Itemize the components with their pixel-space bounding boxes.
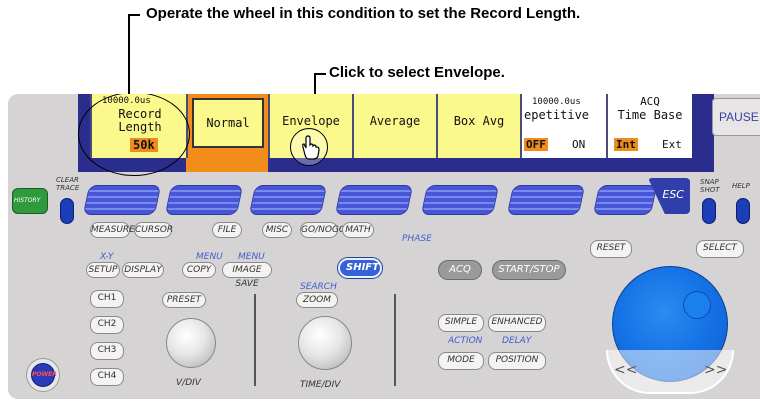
simple-button[interactable]: SIMPLE bbox=[438, 314, 484, 332]
ch3-button[interactable]: CH3 bbox=[90, 342, 124, 360]
pause-button[interactable]: PAUSE bbox=[712, 98, 760, 136]
power-inner: POWER bbox=[31, 363, 57, 387]
time-base-int: Int bbox=[614, 138, 638, 151]
callout-line-record-vertical bbox=[128, 14, 130, 102]
copy-button[interactable]: COPY bbox=[182, 262, 216, 278]
math-button[interactable]: MATH bbox=[342, 222, 374, 238]
repetitive-on: ON bbox=[572, 138, 586, 151]
softkey-normal[interactable]: Normal bbox=[186, 94, 268, 158]
help-label: HELP bbox=[732, 182, 750, 190]
power-label: POWER bbox=[32, 371, 57, 378]
pause-label: PAUSE bbox=[719, 110, 759, 124]
selection-indicator bbox=[186, 158, 268, 172]
menu-label-1: MENU bbox=[196, 252, 223, 262]
snap-shot-button[interactable] bbox=[702, 198, 716, 224]
timediv-knob[interactable] bbox=[298, 316, 352, 370]
acq-button[interactable]: ACQ bbox=[438, 260, 482, 280]
softkey-box-avg[interactable]: Box Avg bbox=[436, 94, 520, 158]
search-label: SEARCH bbox=[300, 282, 337, 292]
record-length-highlight bbox=[78, 94, 190, 176]
callout-envelope: Click to select Envelope. bbox=[329, 64, 505, 81]
position-button[interactable]: POSITION bbox=[488, 352, 546, 370]
image-save-button[interactable]: IMAGE SAVE bbox=[222, 262, 272, 289]
esc-label: ESC bbox=[662, 188, 684, 201]
xy-label: X-Y bbox=[100, 252, 114, 262]
menu-label-2: MENU bbox=[238, 252, 265, 262]
vdiv-knob[interactable] bbox=[166, 318, 216, 368]
cursor-button[interactable]: CURSOR bbox=[134, 222, 173, 238]
vertical-divider-1 bbox=[254, 294, 256, 386]
reset-button[interactable]: RESET bbox=[590, 240, 632, 258]
preset-button[interactable]: PRESET bbox=[162, 292, 206, 308]
start-stop-button[interactable]: START/STOP bbox=[492, 260, 566, 280]
shift-button[interactable]: SHIFT bbox=[338, 258, 382, 278]
box-avg-label: Box Avg bbox=[453, 114, 505, 128]
softkey-button-2[interactable] bbox=[164, 185, 244, 215]
vertical-divider-2 bbox=[394, 294, 396, 386]
misc-button[interactable]: MISC bbox=[262, 222, 292, 238]
enhanced-button[interactable]: ENHANCED bbox=[488, 314, 546, 332]
callout-line-record-horizontal bbox=[128, 14, 140, 16]
history-label: HISTORY bbox=[14, 197, 41, 204]
hand-cursor-icon bbox=[290, 128, 328, 166]
action-label: ACTION bbox=[448, 336, 483, 346]
repetitive-time: 10000.0us bbox=[532, 97, 581, 107]
timediv-label: TIME/DIV bbox=[300, 380, 341, 390]
softkey-repetitive[interactable]: 10000.0us epetitive OFF ON bbox=[520, 94, 606, 158]
history-button[interactable]: HISTORY bbox=[12, 188, 48, 214]
repetitive-off: OFF bbox=[524, 138, 548, 151]
measure-button[interactable]: MEASURE bbox=[90, 222, 135, 238]
softkey-button-3[interactable] bbox=[248, 185, 328, 215]
clear-trace-button[interactable] bbox=[60, 198, 74, 224]
normal-label: Normal bbox=[206, 116, 250, 130]
average-label: Average bbox=[369, 114, 421, 128]
softkey-button-1[interactable] bbox=[82, 185, 162, 215]
setup-button[interactable]: SETUP bbox=[86, 262, 120, 278]
acq-title: ACQ bbox=[640, 95, 660, 108]
callout-line-envelope-horizontal bbox=[314, 73, 326, 75]
ch4-button[interactable]: CH4 bbox=[90, 368, 124, 386]
softkey-time-base[interactable]: ACQ Time Base Int Ext bbox=[606, 94, 692, 158]
softkey-button-5[interactable] bbox=[420, 185, 500, 215]
snap-shot-label: SNAP SHOT bbox=[700, 178, 720, 194]
repetitive-label: epetitive bbox=[524, 108, 590, 122]
display-button[interactable]: DISPLAY bbox=[122, 262, 164, 278]
clear-trace-label: CLEAR TRACE bbox=[56, 176, 80, 192]
ch1-button[interactable]: CH1 bbox=[90, 290, 124, 308]
envelope-label: Envelope bbox=[282, 114, 340, 128]
wheel-left-label[interactable]: << bbox=[614, 362, 637, 378]
time-base-ext: Ext bbox=[662, 138, 682, 151]
select-button[interactable]: SELECT bbox=[696, 240, 744, 258]
gonogo-button[interactable]: GO/NOGO bbox=[300, 222, 346, 238]
normal-inner: Normal bbox=[192, 98, 264, 148]
jog-wheel-dimple bbox=[683, 291, 711, 319]
time-base-label: Time Base bbox=[617, 108, 683, 122]
softkey-button-4[interactable] bbox=[334, 185, 414, 215]
wheel-right-label[interactable]: >> bbox=[704, 362, 727, 378]
help-button[interactable] bbox=[736, 198, 750, 224]
softkey-button-6[interactable] bbox=[506, 185, 586, 215]
delay-label: DELAY bbox=[502, 336, 532, 346]
mode-button[interactable]: MODE bbox=[438, 352, 484, 370]
shift-label: SHIFT bbox=[346, 262, 379, 273]
ch2-button[interactable]: CH2 bbox=[90, 316, 124, 334]
softkey-button-7[interactable] bbox=[592, 185, 658, 215]
zoom-button[interactable]: ZOOM bbox=[296, 292, 338, 308]
softkey-average[interactable]: Average bbox=[352, 94, 436, 158]
file-button[interactable]: FILE bbox=[212, 222, 242, 238]
power-button[interactable]: POWER bbox=[26, 358, 60, 392]
instrument-panel: 10000.0us Record Length 50k Normal Envel… bbox=[8, 94, 760, 399]
callout-record-length: Operate the wheel in this condition to s… bbox=[146, 5, 581, 22]
phase-label: PHASE bbox=[402, 234, 432, 244]
vdiv-label: V/DIV bbox=[176, 378, 201, 388]
